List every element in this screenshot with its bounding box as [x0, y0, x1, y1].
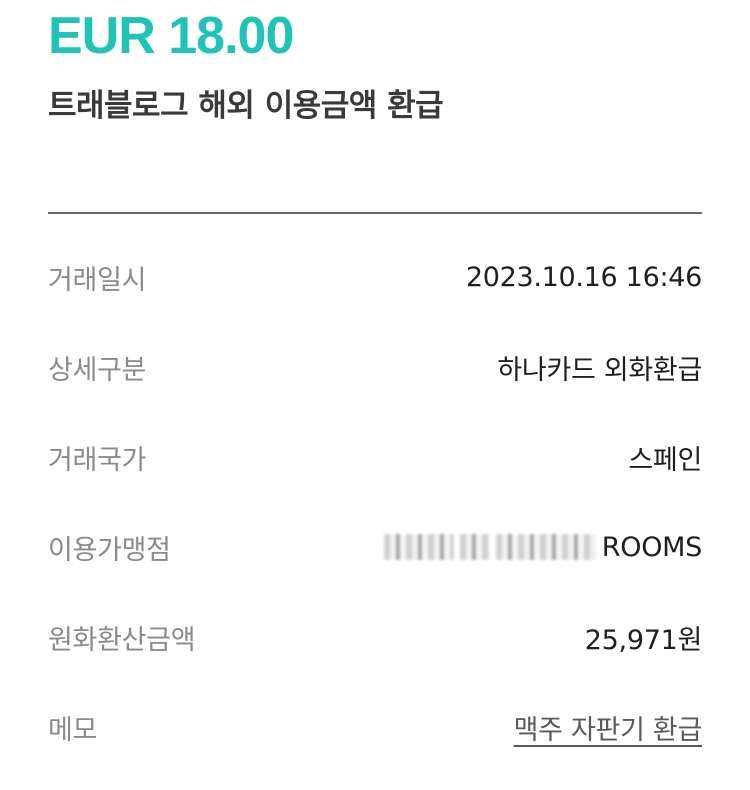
merchant-suffix: ROOMS	[601, 531, 703, 563]
redacted-text	[495, 534, 596, 560]
detail-row-merchant: 이용가맹점 ROOMS	[48, 502, 702, 592]
detail-value: 25,971원	[584, 624, 703, 656]
detail-row-country: 거래국가 스페인	[48, 412, 702, 502]
detail-row-type: 상세구분 하나카드 외화환급	[48, 322, 702, 412]
detail-label: 메모	[48, 714, 98, 746]
detail-value: 하나카드 외화환급	[497, 354, 702, 386]
detail-label: 거래국가	[48, 444, 147, 476]
detail-label: 거래일시	[48, 264, 147, 296]
detail-row-krw-amount: 원화환산금액 25,971원	[48, 592, 702, 682]
detail-row-memo: 메모 맥주 자판기 환급	[48, 682, 702, 772]
detail-list: 거래일시 2023.10.16 16:46 상세구분 하나카드 외화환급 거래국…	[48, 232, 702, 772]
divider	[48, 212, 702, 214]
transaction-title: 트래블로그 해외 이용금액 환급	[48, 88, 444, 124]
merchant-value: ROOMS	[383, 531, 703, 563]
memo-link[interactable]: 맥주 자판기 환급	[514, 708, 703, 747]
redacted-text	[459, 534, 490, 560]
redacted-text	[383, 534, 454, 560]
detail-row-transaction-date: 거래일시 2023.10.16 16:46	[48, 232, 702, 322]
detail-label: 원화환산금액	[48, 624, 196, 656]
detail-value: 스페인	[628, 444, 702, 476]
detail-value: 2023.10.16 16:46	[465, 261, 702, 293]
detail-label: 상세구분	[48, 354, 147, 386]
refund-amount: EUR 18.00	[48, 7, 294, 65]
detail-label: 이용가맹점	[48, 534, 171, 566]
